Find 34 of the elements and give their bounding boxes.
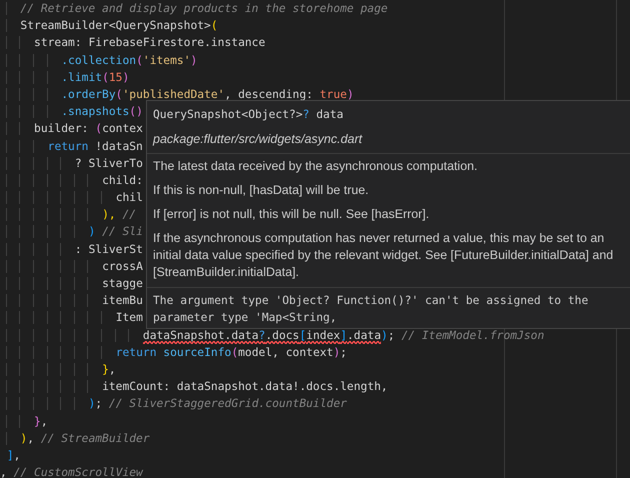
code-line: chil	[0, 189, 143, 206]
source-path: package:flutter/src/widgets/async.dart	[152, 131, 364, 148]
code-line: .orderBy('publishedDate', descending: true)	[0, 86, 354, 104]
code-line: itemCount: dataSnapshot.data!.docs.length,	[0, 378, 388, 396]
code-line: // Retrieve and display products in the storehome page	[0, 0, 388, 18]
code-line: return sourceInfo(model, context);	[0, 344, 347, 361]
doc-paragraph: If [error] is not null, this will be null. See [hasError].	[153, 206, 430, 223]
code-line: , // CustomScrollView	[0, 465, 143, 478]
code-line: ) // Sli	[0, 223, 143, 241]
error-message: The argument type 'Object? Function()?' can't be assigned to the parameter type 'Map<String,	[152, 293, 590, 326]
code-line: stream: FirebaseFirestore.instance	[0, 34, 266, 52]
code-line: : SliverSt	[0, 240, 143, 258]
doc-paragraph: If this is non-null, [hasData] will be true.	[153, 182, 370, 199]
code-line: ? SliverTo	[0, 154, 143, 172]
code-line: },	[0, 412, 48, 430]
signature-text: QuerySnapshot<Object?>? data	[152, 107, 344, 123]
code-line: ); // SliverStaggeredGrid.countBuilder	[0, 395, 347, 412]
code-line: crossA	[0, 258, 143, 275]
code-line: return !dataSn	[0, 138, 143, 155]
code-line: .snapshots()	[0, 103, 143, 120]
doc-paragraph: If the asynchronous computation has never returned a value, this may be set to an initial data value specified by the relevant widget. See [FutureBuilder.initialData] and [StreamBuilder.initialData].	[153, 230, 614, 281]
code-line: .collection('items')	[0, 52, 198, 69]
code-line: ), //	[0, 206, 136, 224]
doc-paragraph: The latest data received by the asynchronous computation.	[153, 158, 478, 175]
code-line: stagge	[0, 275, 143, 292]
code-line: builder: (contex	[0, 120, 143, 138]
code-line: ],	[6, 448, 20, 464]
code-line: ), // StreamBuilder	[0, 430, 150, 447]
code-line: },	[0, 360, 116, 378]
code-line: child:	[0, 172, 143, 190]
code-line: Item	[0, 309, 143, 327]
code-line: itemBu	[0, 292, 143, 310]
code-line: StreamBuilder<QuerySnapshot>(	[0, 17, 218, 34]
code-line: .limit(15)	[0, 68, 130, 86]
